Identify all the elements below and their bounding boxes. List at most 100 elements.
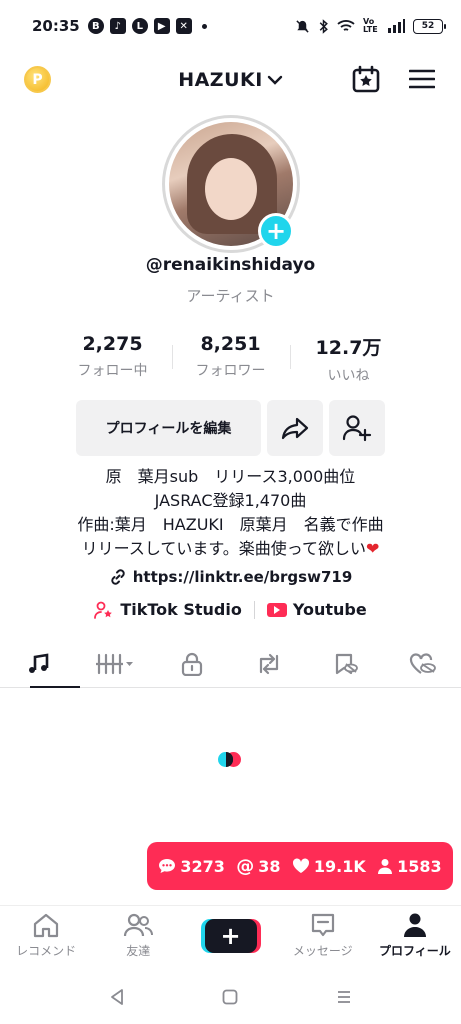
- battery-icon: 52: [413, 18, 446, 34]
- bio-line: JASRAC登録1,470曲: [154, 491, 307, 510]
- username-title: HAZUKI: [178, 69, 263, 91]
- nav-profile[interactable]: プロフィール: [369, 906, 461, 965]
- stat-value: 12.7万: [315, 337, 382, 359]
- tab-playlists[interactable]: [77, 640, 154, 687]
- profile-icon: [403, 913, 426, 937]
- music-note-icon: [29, 652, 49, 673]
- liked-icon: [409, 652, 436, 674]
- tab-private[interactable]: [154, 640, 231, 687]
- nav-create[interactable]: +: [184, 906, 276, 965]
- menu-icon[interactable]: [409, 68, 435, 90]
- tab-music[interactable]: [0, 640, 80, 688]
- profile-header: P HAZUKI: [0, 52, 461, 108]
- youtube-notification-icon: ▶: [153, 18, 170, 34]
- back-icon[interactable]: [109, 988, 125, 1006]
- divider: [253, 600, 255, 619]
- followers-value: 1583: [397, 856, 442, 876]
- stat-label: フォロワー: [195, 363, 266, 379]
- stat-label: いいね: [327, 368, 370, 384]
- nav-messages[interactable]: メッセージ: [277, 906, 369, 965]
- profile-bio: 原 葉月sub リリース3,000曲位 JASRAC登録1,470曲 作曲:葉月…: [0, 465, 461, 561]
- calendar-star-icon[interactable]: [352, 65, 380, 93]
- lock-icon: [181, 652, 203, 676]
- activity-notification-pill[interactable]: 3273 @ 38 19.1K 1583: [147, 842, 453, 890]
- mute-icon: [296, 19, 309, 33]
- bio-line: 原 葉月sub リリース3,000曲位: [105, 467, 356, 486]
- link-text: https://linktr.ee/brgsw719: [132, 568, 353, 586]
- system-navigation: [0, 970, 461, 1024]
- nav-friends[interactable]: 友達: [92, 906, 184, 965]
- stat-value: 2,275: [82, 333, 143, 355]
- more-notifications-dot: [201, 23, 207, 29]
- nav-label: 友達: [126, 944, 151, 958]
- add-friend-button[interactable]: [329, 400, 385, 456]
- capcut-notification-icon: ✕: [175, 18, 192, 34]
- status-notification-icons: B ♪ L ▶ ✕: [87, 18, 207, 34]
- content-tabs: [0, 640, 461, 688]
- mentions-value: 38: [258, 856, 281, 876]
- profile-category: アーティスト: [186, 287, 275, 305]
- person-icon: [378, 859, 393, 874]
- bio-line: リリースしています。楽曲使って欲しい: [81, 539, 366, 558]
- share-profile-button[interactable]: [267, 400, 323, 456]
- status-time: 20:35: [32, 17, 80, 35]
- coin-notification-icon: B: [87, 18, 104, 34]
- tiktok-studio-label: TikTok Studio: [120, 600, 242, 619]
- at-icon: @: [236, 855, 255, 877]
- tab-saved[interactable]: [307, 640, 384, 687]
- comment-icon: [159, 859, 176, 873]
- comments-value: 3273: [180, 856, 225, 876]
- bio-line: 作曲:葉月 HAZUKI 原葉月 名義で作曲: [77, 515, 384, 534]
- bottom-nav: レコメンド 友達 + メッセージ プロフィール: [0, 905, 461, 965]
- stat-likes[interactable]: 12.7万 いいね: [289, 333, 408, 385]
- playlist-icon: [96, 653, 134, 674]
- heart-icon: [292, 858, 309, 873]
- tab-reposts[interactable]: [230, 640, 307, 687]
- account-switcher[interactable]: HAZUKI: [178, 69, 283, 91]
- message-icon: [311, 913, 334, 937]
- network-type: Vo LTE: [363, 17, 378, 34]
- wifi-icon: [337, 20, 355, 31]
- repost-icon: [259, 653, 278, 674]
- followers-count: 1583: [377, 857, 442, 876]
- comments-count: 3273: [158, 857, 225, 876]
- stat-followers[interactable]: 8,251 フォロワー: [171, 333, 290, 385]
- link-icon: [111, 569, 125, 585]
- tab-liked[interactable]: [384, 640, 461, 687]
- profile-stats: 2,275 フォロー中 8,251 フォロワー 12.7万 いいね: [0, 333, 461, 385]
- nav-recommend[interactable]: レコメンド: [0, 906, 92, 965]
- share-icon: [281, 417, 309, 440]
- status-system-icons: Vo LTE 52: [295, 17, 446, 34]
- signal-icon: [388, 19, 405, 33]
- add-story-button[interactable]: +: [258, 213, 294, 249]
- chevron-down-icon: [267, 75, 282, 85]
- stat-value: 8,251: [200, 333, 261, 355]
- bluetooth-icon: [319, 18, 328, 34]
- recents-icon[interactable]: [336, 989, 352, 1005]
- coin-icon[interactable]: P: [24, 66, 51, 93]
- edit-profile-button[interactable]: プロフィールを編集: [76, 400, 261, 456]
- saved-icon: [335, 653, 358, 674]
- stat-label: フォロー中: [77, 363, 148, 379]
- profile-actions: プロフィールを編集: [76, 400, 385, 456]
- home-button-icon[interactable]: [222, 989, 238, 1005]
- person-star-icon: [94, 601, 113, 619]
- home-icon: [33, 913, 59, 938]
- profile-link[interactable]: https://linktr.ee/brgsw719: [0, 568, 461, 586]
- stat-following[interactable]: 2,275 フォロー中: [54, 333, 172, 385]
- loading-spinner: [218, 752, 242, 768]
- youtube-label: Youtube: [292, 600, 367, 619]
- friends-icon: [124, 913, 154, 937]
- create-button[interactable]: +: [204, 918, 257, 953]
- tiktok-notification-icon: ♪: [109, 18, 126, 34]
- nav-label: プロフィール: [379, 944, 451, 958]
- youtube-link[interactable]: Youtube: [266, 600, 367, 619]
- profile-apps: TikTok Studio Youtube: [0, 600, 461, 619]
- nav-label: メッセージ: [292, 944, 353, 958]
- status-bar: 20:35 B ♪ L ▶ ✕ Vo LTE 52: [0, 0, 461, 52]
- tiktok-studio-link[interactable]: TikTok Studio: [94, 600, 242, 619]
- add-user-icon: [342, 415, 372, 442]
- heart-emoji: ❤: [365, 539, 380, 558]
- nav-label: レコメンド: [16, 944, 77, 958]
- profile-handle: @renaikinshidayo: [145, 255, 316, 275]
